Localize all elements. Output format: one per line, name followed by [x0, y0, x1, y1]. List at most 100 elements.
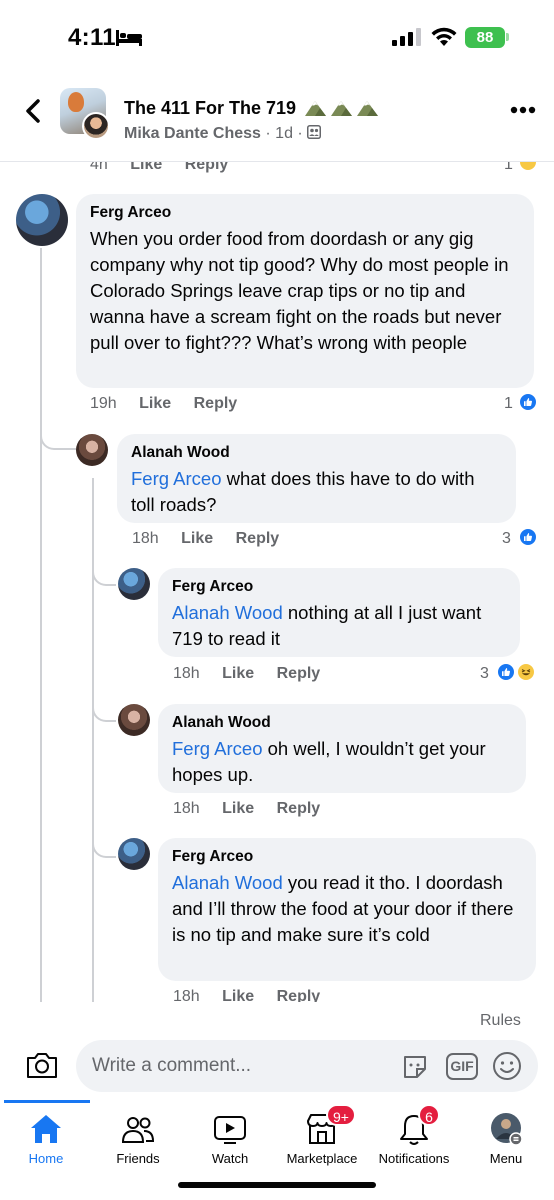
- tab-label: Marketplace: [286, 1151, 358, 1166]
- comment-actions: 18h Like Reply: [132, 530, 297, 548]
- reply-button[interactable]: Reply: [194, 395, 238, 412]
- group-title[interactable]: The 411 For The 719: [124, 98, 379, 119]
- sticker-icon[interactable]: [400, 1052, 430, 1082]
- tab-friends[interactable]: Friends: [92, 1110, 184, 1172]
- like-button[interactable]: Like: [130, 162, 162, 173]
- comment-author[interactable]: Ferg Arceo: [172, 848, 522, 866]
- comment-bubble[interactable]: Ferg Arceo Alanah Wood nothing at all I …: [158, 568, 520, 657]
- haha-reaction-icon: [516, 662, 536, 682]
- comment-time: 18h: [132, 530, 159, 547]
- commenter-avatar[interactable]: [76, 434, 108, 466]
- marketplace-badge: 9+: [326, 1104, 356, 1126]
- reply-button[interactable]: Reply: [277, 665, 321, 682]
- rules-link[interactable]: Rules: [480, 1012, 521, 1030]
- reply-button[interactable]: Reply: [185, 162, 229, 173]
- battery-indicator: 88: [465, 27, 505, 48]
- mention-link[interactable]: Ferg Arceo: [172, 738, 263, 759]
- mention-link[interactable]: Alanah Wood: [172, 872, 283, 893]
- comment-time: 18h: [173, 988, 200, 1002]
- comment-text: Ferg Arceo oh well, I wouldn’t get your …: [172, 736, 512, 788]
- status-bar: 4:11 88: [0, 0, 554, 70]
- mention-link[interactable]: Ferg Arceo: [131, 468, 222, 489]
- more-options-icon[interactable]: [510, 106, 536, 114]
- tab-marketplace[interactable]: 9+ Marketplace: [276, 1104, 368, 1172]
- tab-label: Friends: [116, 1151, 160, 1166]
- menu-avatar-icon: [491, 1113, 523, 1146]
- home-icon: [31, 1115, 61, 1143]
- watch-icon: [214, 1116, 246, 1144]
- tab-home[interactable]: Home: [0, 1110, 92, 1172]
- comment-bubble[interactable]: Ferg Arceo When you order food from door…: [76, 194, 534, 388]
- group-members-icon: [307, 125, 322, 139]
- reaction-count[interactable]: 3: [480, 665, 489, 683]
- tab-watch[interactable]: Watch: [184, 1110, 276, 1172]
- comment-text: Ferg Arceo what does this have to do wit…: [131, 466, 502, 518]
- wifi-icon: [431, 27, 457, 46]
- comment-text: When you order food from doordash or any…: [90, 228, 509, 353]
- like-button[interactable]: Like: [222, 665, 254, 682]
- comment-time: 18h: [173, 665, 200, 682]
- commenter-avatar[interactable]: [118, 838, 150, 870]
- post-meta: Mika Dante Chess · 1d ·: [124, 125, 322, 143]
- comment-author[interactable]: Ferg Arceo: [172, 578, 506, 596]
- meta-separator: ·: [297, 125, 308, 142]
- back-arrow-icon[interactable]: [22, 98, 44, 124]
- comment-bubble[interactable]: Alanah Wood Ferg Arceo what does this ha…: [117, 434, 516, 523]
- thread-connector: [92, 832, 116, 858]
- like-button[interactable]: Like: [222, 800, 254, 817]
- like-button[interactable]: Like: [139, 395, 171, 412]
- tab-notifications[interactable]: 6 Notifications: [368, 1104, 460, 1172]
- notifications-badge: 6: [418, 1104, 440, 1126]
- reaction-count[interactable]: 3: [502, 530, 511, 548]
- reply-button[interactable]: Reply: [236, 530, 280, 547]
- tab-label: Menu: [489, 1151, 523, 1166]
- cellular-signal-icon: [392, 28, 421, 46]
- post-header: The 411 For The 719 Mika Dante Chess · 1…: [0, 78, 554, 162]
- tab-menu[interactable]: Menu: [460, 1110, 552, 1172]
- comment-author[interactable]: Alanah Wood: [131, 444, 502, 462]
- comment-actions: 19h Like Reply: [90, 395, 255, 413]
- comment-author[interactable]: Alanah Wood: [172, 714, 512, 732]
- group-name-text: The 411 For The 719: [124, 98, 297, 118]
- meta-separator: ·: [265, 125, 276, 142]
- author-avatar[interactable]: [82, 112, 110, 140]
- comment-actions: 18h Like Reply: [173, 800, 338, 818]
- mention-link[interactable]: Alanah Wood: [172, 602, 283, 623]
- like-reaction-icon: [518, 527, 538, 547]
- commenter-avatar[interactable]: [118, 568, 150, 600]
- reply-button[interactable]: Reply: [277, 800, 321, 817]
- camera-icon[interactable]: [25, 1050, 59, 1080]
- reaction-count[interactable]: 1: [504, 395, 513, 413]
- haha-reaction-icon: [518, 162, 538, 172]
- gif-button[interactable]: GIF: [446, 1053, 478, 1080]
- balloon-image: [68, 92, 84, 112]
- tab-label: Notifications: [378, 1151, 450, 1166]
- status-time: 4:11: [68, 24, 116, 51]
- comment-author[interactable]: Ferg Arceo: [90, 204, 520, 222]
- comment-bubble[interactable]: Ferg Arceo Alanah Wood you read it tho. …: [158, 838, 536, 981]
- tab-label: Home: [28, 1151, 64, 1166]
- thread-line: [40, 248, 42, 1002]
- comment-bubble[interactable]: Alanah Wood Ferg Arceo oh well, I wouldn…: [158, 704, 526, 793]
- thread-connector: [40, 422, 76, 450]
- like-button[interactable]: Like: [222, 988, 254, 1002]
- reply-button[interactable]: Reply: [277, 988, 321, 1002]
- comment-actions: 18h Like Reply: [173, 665, 338, 683]
- commenter-avatar[interactable]: [16, 194, 68, 246]
- comment-text: Alanah Wood nothing at all I just want 7…: [172, 600, 506, 652]
- like-reaction-icon: [496, 662, 516, 682]
- commenter-avatar[interactable]: [118, 704, 150, 736]
- emoji-icon[interactable]: [492, 1051, 522, 1081]
- comment-thread[interactable]: 4h Like Reply 1 Ferg Arceo When you orde…: [0, 162, 554, 1002]
- thread-connector: [92, 696, 116, 722]
- thread-connector: [92, 560, 116, 586]
- like-reaction-icon: [518, 392, 538, 412]
- battery-tip: [506, 33, 509, 41]
- active-tab-indicator: [4, 1100, 90, 1103]
- comment-time: 4h: [90, 162, 108, 173]
- like-button[interactable]: Like: [181, 530, 213, 547]
- comment-time: 19h: [90, 395, 117, 412]
- post-author[interactable]: Mika Dante Chess: [124, 125, 261, 142]
- post-age: 1d: [275, 125, 293, 142]
- comment-actions: 18h Like Reply: [173, 988, 338, 1002]
